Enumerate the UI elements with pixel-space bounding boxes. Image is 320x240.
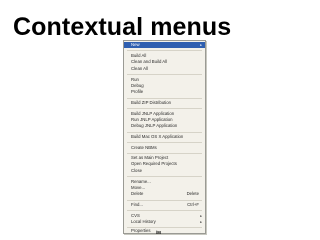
submenu-arrow-icon: ▸ <box>200 219 202 224</box>
menu-separator <box>127 131 202 133</box>
menu-separator <box>127 152 202 154</box>
menu-item-delete[interactable]: Delete Delete <box>124 191 205 197</box>
menu-item-label: Find... <box>131 202 143 207</box>
menu-separator <box>127 97 202 99</box>
menu-item-shortcut: Ctrl+F <box>187 202 199 207</box>
menu-item-properties[interactable]: Properties <box>124 227 205 233</box>
menu-item-shortcut: Delete <box>186 191 199 197</box>
slide: Contextual menus New ▸ Build All Clean a… <box>0 0 320 240</box>
menu-separator <box>127 142 202 143</box>
menu-item-clean-all[interactable]: Clean All <box>124 66 205 72</box>
menu-item-build-zip-distribution[interactable]: Build ZIP Distribution <box>124 100 205 106</box>
menu-item-create-nbms[interactable]: Create NBMs <box>124 145 205 151</box>
menu-item-label: Clean All <box>131 65 148 71</box>
menu-separator <box>127 176 202 177</box>
menu-item-profile[interactable]: Profile <box>124 89 205 95</box>
menu-separator <box>127 108 202 109</box>
menu-item-label: Properties <box>131 227 151 233</box>
menu-item-label: Build Mac OS X Application <box>131 134 184 139</box>
submenu-arrow-icon: ▸ <box>200 43 202 47</box>
menu-separator <box>127 74 202 75</box>
menu-separator <box>127 199 202 201</box>
menu-item-label: Debug JNLP Application <box>131 123 178 129</box>
menu-item-label: Local History <box>131 218 156 224</box>
menu-separator <box>127 50 202 51</box>
context-menu: New ▸ Build All Clean and Build All Clea… <box>123 40 206 234</box>
menu-item-local-history[interactable]: Local History ▸ <box>124 219 205 225</box>
cursor-label: /M <box>156 229 161 235</box>
menu-item-new[interactable]: New ▸ <box>124 42 205 49</box>
menu-item-label: New <box>131 42 140 47</box>
menu-item-find[interactable]: Find... Ctrl+F <box>124 202 205 208</box>
menu-item-label: Delete <box>131 191 144 197</box>
menu-item-label: Close <box>131 167 142 173</box>
page-title: Contextual menus <box>13 13 232 41</box>
menu-item-debug-jnlp-application[interactable]: Debug JNLP Application <box>124 123 205 129</box>
menu-item-label: Profile <box>131 89 144 95</box>
menu-item-label: Build ZIP Distribution <box>131 100 172 105</box>
menu-item-label: Create NBMs <box>131 144 157 150</box>
menu-item-build-mac-os-x-application[interactable]: Build Mac OS X Application <box>124 134 205 140</box>
menu-item-close[interactable]: Close <box>124 168 205 174</box>
menu-separator <box>127 210 202 211</box>
